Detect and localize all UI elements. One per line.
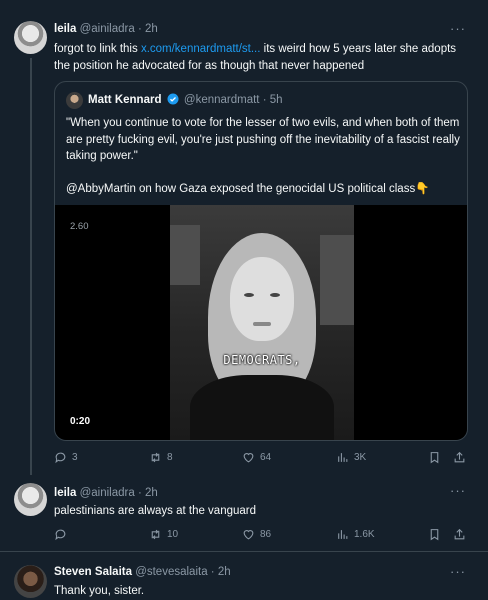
more-icon[interactable]: ··· <box>450 483 466 498</box>
quoted-timestamp: 5h <box>269 94 283 106</box>
repost-icon <box>151 452 160 463</box>
reply-button[interactable]: 3 <box>54 451 78 464</box>
tweet-text: Thank you, sister. <box>54 585 145 597</box>
reply-icon <box>55 452 66 464</box>
quoted-header: Matt Kennard @kennardmatt · 5h <box>88 93 283 106</box>
video-player[interactable]: 2.60 DEMOCRATS, 0:20 <box>55 205 467 440</box>
quoted-avatar <box>66 92 83 109</box>
timestamp[interactable]: 2h <box>145 487 158 499</box>
author-handle[interactable]: @ainiladra <box>80 487 135 499</box>
more-icon[interactable]: ··· <box>450 21 466 36</box>
tweet-header: leila @ainiladra · 2h <box>54 23 158 35</box>
verified-icon <box>167 93 179 105</box>
video-duration: 0:20 <box>70 416 91 427</box>
avatar[interactable] <box>14 483 47 516</box>
repost-button[interactable]: 10 <box>149 528 178 541</box>
tweet-header: Steven Salaita @stevesalaita · 2h <box>54 566 231 578</box>
tweet-1[interactable]: leila @ainiladra · 2h ··· forgot to link… <box>0 0 488 475</box>
quoted-author-handle: @kennardmatt <box>183 94 260 106</box>
bookmark-icon <box>430 452 439 464</box>
timestamp[interactable]: 2h <box>145 23 158 35</box>
timestamp[interactable]: 2h <box>218 566 231 578</box>
tweet-link[interactable]: x.com/kennardmatt/st... <box>141 43 261 55</box>
tweet-actions: 10 86 1.6K <box>54 528 468 546</box>
avatar[interactable] <box>14 21 47 54</box>
author-name[interactable]: leila <box>54 487 76 499</box>
tweet-actions: 3 8 64 3K <box>54 451 468 469</box>
quoted-text: "When you continue to vote for the lesse… <box>66 117 460 195</box>
tweet-2[interactable]: leila @ainiladra · 2h ··· palestinians a… <box>0 475 488 547</box>
bookmark-button[interactable] <box>428 451 441 464</box>
more-icon[interactable]: ··· <box>450 564 466 579</box>
views-icon <box>338 453 348 462</box>
reply-button[interactable] <box>54 528 72 541</box>
like-icon <box>243 453 254 463</box>
share-button[interactable] <box>453 528 466 541</box>
views-button[interactable]: 1.6K <box>336 528 375 541</box>
share-icon <box>454 528 465 540</box>
views-button[interactable]: 3K <box>336 451 366 464</box>
author-handle[interactable]: @ainiladra <box>80 23 135 35</box>
video-frame: DEMOCRATS, <box>170 205 354 440</box>
author-name[interactable]: Steven Salaita <box>54 566 132 578</box>
like-button[interactable]: 64 <box>242 451 271 464</box>
bookmark-button[interactable] <box>428 528 441 541</box>
tweet-text: forgot to link this x.com/kennardmatt/st… <box>54 43 457 72</box>
share-button[interactable] <box>453 451 466 464</box>
tweet-3[interactable]: Steven Salaita @stevesalaita · 2h ··· Th… <box>0 552 488 600</box>
quoted-author-name: Matt Kennard <box>88 94 162 106</box>
avatar[interactable] <box>14 565 47 598</box>
thread-line <box>30 58 32 475</box>
like-button[interactable]: 86 <box>242 528 271 541</box>
reply-icon <box>55 529 66 541</box>
views-icon <box>338 530 348 539</box>
repost-button[interactable]: 8 <box>149 451 173 464</box>
quoted-tweet[interactable]: Matt Kennard @kennardmatt · 5h "When you… <box>54 81 468 441</box>
tweet-text: palestinians are always at the vanguard <box>54 505 257 517</box>
tweet-header: leila @ainiladra · 2h <box>54 487 158 499</box>
author-handle[interactable]: @stevesalaita <box>135 566 207 578</box>
video-caption: DEMOCRATS, <box>223 353 301 367</box>
like-icon <box>243 530 254 540</box>
share-icon <box>454 451 465 463</box>
repost-icon <box>151 529 160 540</box>
video-watermark: 2.60 <box>70 221 89 232</box>
author-name[interactable]: leila <box>54 23 76 35</box>
bookmark-icon <box>430 529 439 541</box>
